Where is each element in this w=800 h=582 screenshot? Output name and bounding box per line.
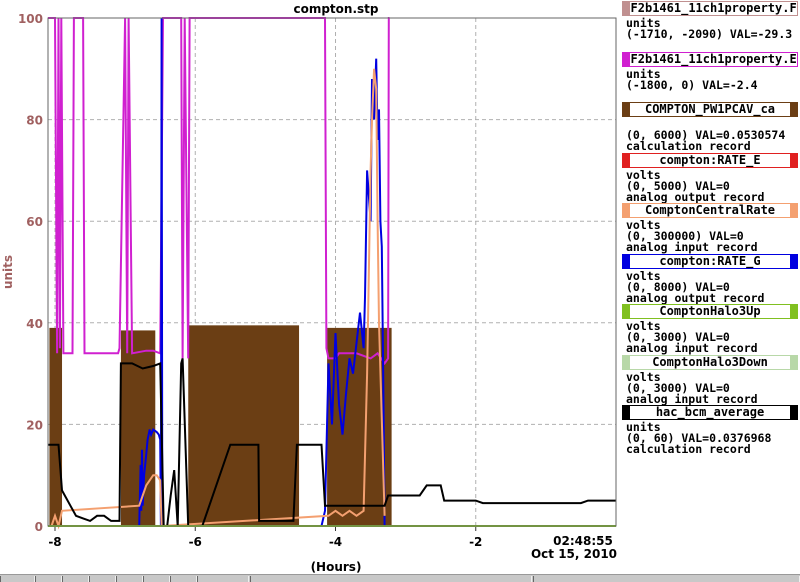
strip-chart: compton.stp units 020406080100 -8 -6 -4 -2 …: [1, 2, 617, 574]
legend-title-box[interactable]: ComptonCentralRate: [622, 203, 798, 218]
legend-item[interactable]: ComptonCentralRate volts (0, 300000) VAL=0…: [620, 202, 800, 253]
legend-item[interactable]: ComptonHalo3Up volts (0, 3000) VAL=0 analog…: [620, 303, 800, 354]
legend-description: calculation record: [626, 139, 751, 153]
plot-area: [48, 17, 616, 530]
legend-title-box[interactable]: hac_bcm_average: [622, 405, 798, 420]
y-tick-label: 20: [26, 418, 43, 432]
x-tick-label: -2: [469, 535, 482, 549]
series-line-mf2b1461-11ch1property-e: [48, 17, 390, 366]
legend-panel: MF2b1461_11ch1property.F units (-1710, -20…: [620, 0, 800, 455]
legend-item[interactable]: MF2b1461_11ch1property.E units (-1800, 0) …: [620, 51, 800, 102]
legend-title-box[interactable]: ComptonHalo3Up: [622, 304, 798, 319]
series-band-compton-pw1pcav-ca: [120, 330, 156, 526]
y-axis-label: units: [1, 255, 15, 289]
legend-title-box[interactable]: ComptonHalo3Down: [622, 354, 798, 370]
legend-description: analog input record: [626, 341, 758, 355]
legend-title: COMPTON_PW1PCAV_ca: [644, 102, 776, 116]
legend-title-box[interactable]: compton:RATE_E: [622, 152, 798, 168]
y-tick-label: 40: [26, 317, 43, 331]
chart-title: compton.stp: [293, 2, 378, 16]
legend-item[interactable]: compton:RATE_E volts (0, 5000) VAL=0 analog…: [620, 152, 800, 204]
x-tick-labels: -8 -6 -4 -2: [48, 535, 482, 549]
status-cell: [250, 576, 532, 582]
end-date-label: Oct 15, 2010: [531, 547, 617, 561]
status-cell: [89, 576, 116, 582]
legend-color-swatch: [623, 103, 630, 116]
legend-range: (-1710, -2090) VAL=-29.3: [626, 27, 793, 41]
legend-color-swatch: [790, 406, 797, 419]
y-tick-label: 60: [26, 215, 43, 229]
y-tick-label: 80: [26, 114, 43, 128]
y-tick-label: 100: [18, 12, 43, 26]
legend-color-swatch: [623, 204, 630, 217]
legend-title: compton:RATE_G: [659, 253, 761, 268]
legend-item[interactable]: compton:RATE_G volts (0, 8000) VAL=0 analog…: [620, 253, 800, 305]
legend-range: (-1800, 0) VAL=-2.4: [626, 77, 758, 92]
legend-color-swatch: [623, 406, 630, 419]
legend-color-swatch: [790, 103, 797, 116]
legend-title: MF2b1461_11ch1property.F: [623, 1, 797, 15]
legend-title: hac_bcm_average: [655, 405, 765, 419]
legend-color-swatch: [790, 204, 797, 217]
legend-color-swatch: [623, 305, 630, 318]
legend-color-swatch: [790, 355, 797, 369]
x-tick-label: -4: [329, 535, 342, 549]
legend-color-swatch: [790, 305, 797, 318]
legend-title-box[interactable]: compton:RATE_G: [622, 253, 798, 269]
legend-title-box[interactable]: MF2b1461_11ch1property.E: [622, 51, 798, 67]
legend-description: analog input record: [626, 240, 758, 254]
legend-color-swatch: [790, 254, 797, 268]
legend-color-swatch: [623, 52, 630, 66]
legend-title-box[interactable]: COMPTON_PW1PCAV_ca: [622, 102, 798, 117]
legend-title: ComptonCentralRate: [644, 203, 776, 217]
x-tick-label: -6: [189, 535, 202, 549]
status-cell: [62, 576, 89, 582]
x-axis-label: (Hours): [311, 560, 362, 574]
legend-item[interactable]: hac_bcm_average units (0, 60) VAL=0.037696…: [620, 404, 800, 455]
legend-item[interactable]: COMPTON_PW1PCAV_ca (0, 6000) VAL=0.053057…: [620, 101, 800, 152]
legend-title: ComptonHalo3Down: [652, 354, 768, 369]
legend-title: MF2b1461_11ch1property.E: [623, 51, 797, 66]
end-time-label: 02:48:55: [553, 534, 613, 548]
y-tick-labels: 0 20 40 60 80 100: [18, 12, 43, 534]
status-cell: [197, 576, 249, 582]
series-band-compton-pw1pcav-ca: [188, 325, 300, 526]
legend-color-swatch: [790, 153, 797, 167]
legend-title: ComptonHalo3Up: [659, 304, 761, 318]
legend-description: analog input record: [626, 391, 758, 406]
series-band-compton-pw1pcav-ca: [49, 327, 63, 526]
legend-color-swatch: [623, 153, 630, 167]
status-cell: [116, 576, 143, 582]
status-cell: [0, 576, 35, 582]
legend-color-swatch: [623, 2, 630, 15]
legend-color-swatch: [623, 355, 630, 369]
status-cell: [533, 576, 800, 582]
legend-color-swatch: [623, 254, 630, 268]
legend-item[interactable]: MF2b1461_11ch1property.F units (-1710, -20…: [620, 0, 800, 51]
status-cell: [143, 576, 170, 582]
legend-description: calculation record: [626, 442, 751, 456]
legend-description: analog output record: [626, 290, 765, 305]
x-tick-label: -8: [48, 535, 61, 549]
legend-title-box[interactable]: MF2b1461_11ch1property.F: [622, 1, 798, 16]
status-cell: [170, 576, 197, 582]
y-tick-label: 0: [35, 520, 43, 534]
legend-item[interactable]: ComptonHalo3Down volts (0, 3000) VAL=0 anal…: [620, 354, 800, 406]
legend-title: compton:RATE_E: [659, 152, 761, 167]
status-cell: [35, 576, 62, 582]
legend-description: analog output record: [626, 189, 765, 204]
